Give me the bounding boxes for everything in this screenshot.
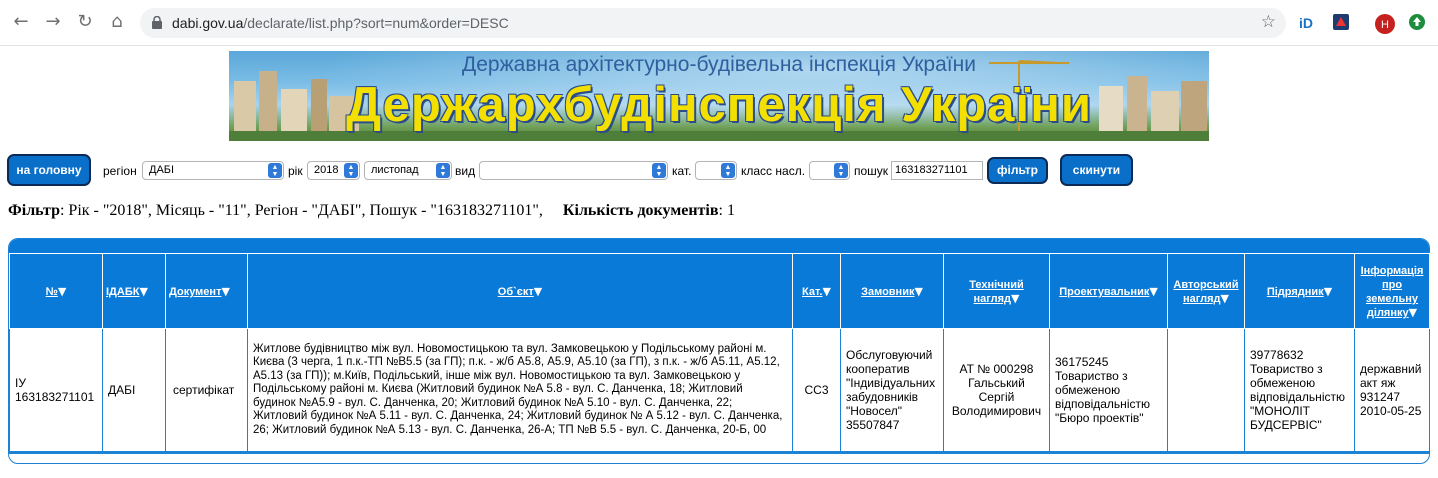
- category-label: кат.: [672, 164, 692, 178]
- search-input[interactable]: 163183271101: [891, 161, 983, 180]
- sort-desc-icon: ▼: [57, 285, 67, 298]
- filter-button[interactable]: фільтр: [987, 157, 1048, 184]
- column-header-land-info[interactable]: Інформація про земельну ділянку▼: [1354, 253, 1430, 329]
- column-header-contractor[interactable]: Підрядник▼: [1244, 253, 1355, 329]
- cell-designer: 36175245 Товариство з обмеженою відповід…: [1049, 328, 1168, 452]
- cell-author-supervision: [1167, 328, 1245, 452]
- cell-land-info: державний акт яж 931247 2010-05-25: [1354, 328, 1430, 452]
- documents-table: №▼ ІДАБК▼ Документ▼ Об`єкт▼ Кат.▼ Замовн…: [9, 253, 1430, 452]
- svg-text:H: H: [1381, 19, 1389, 31]
- forward-icon[interactable]: →: [42, 11, 64, 33]
- address-bar[interactable]: dabi.gov.ua/declarate/list.php?sort=num&…: [140, 8, 1286, 38]
- profile-avatar[interactable]: H: [1374, 13, 1396, 34]
- column-header-designer[interactable]: Проектувальник▼: [1049, 253, 1168, 329]
- back-icon[interactable]: ←: [10, 11, 32, 33]
- cell-customer: Обслуговуючий кооператив "Індивідуальних…: [840, 328, 944, 452]
- chevron-updown-icon: ▲ ▼: [436, 163, 450, 178]
- table-row: ІУ 163183271101 ДАБІ сертифікат Житлове …: [9, 328, 1430, 452]
- chevron-updown-icon: ▲ ▼: [268, 163, 282, 178]
- cell-document: сертифікат: [165, 328, 248, 452]
- region-label: регіон: [103, 164, 137, 178]
- column-header-author-supervision[interactable]: Авторський нагляд▼: [1167, 253, 1245, 329]
- reload-icon[interactable]: ↻: [74, 11, 96, 33]
- year-select[interactable]: 2018 ▲ ▼: [307, 161, 360, 180]
- chevron-updown-icon: ▲ ▼: [344, 163, 358, 178]
- column-header-num[interactable]: №▼: [9, 253, 103, 329]
- chevron-updown-icon: ▲ ▼: [652, 163, 666, 178]
- column-header-category[interactable]: Кат.▼: [792, 253, 841, 329]
- sort-desc-icon: ▼: [1149, 285, 1158, 298]
- reset-button[interactable]: скинути: [1060, 154, 1133, 186]
- sort-desc-icon: ▼: [914, 285, 923, 298]
- sort-desc-icon: ▼: [1011, 292, 1020, 305]
- cell-object: Житлове будівництво між вул. Новомостиць…: [247, 328, 793, 452]
- region-select[interactable]: ДАБІ ▲ ▼: [142, 161, 284, 180]
- banner-title: Держархбудінспекція України: [346, 78, 1092, 132]
- sort-desc-icon: ▼: [221, 285, 230, 298]
- cell-contractor: 39778632 Товариство з обмеженою відповід…: [1244, 328, 1355, 452]
- year-label: рік: [288, 164, 303, 178]
- extension-icon[interactable]: [1332, 13, 1350, 33]
- column-header-tech-supervision[interactable]: Технічний нагляд▼: [943, 253, 1050, 329]
- chevron-updown-icon: ▲ ▼: [721, 163, 735, 178]
- cell-tech-supervision: АТ № 000298 Гальський Сергій Володимиров…: [943, 328, 1050, 452]
- sort-desc-icon: ▼: [1220, 292, 1229, 305]
- class-select[interactable]: ▲ ▼: [809, 161, 850, 180]
- sort-desc-icon: ▼: [533, 285, 543, 298]
- column-header-idabk[interactable]: ІДАБК▼: [102, 253, 166, 329]
- sort-desc-icon: ▼: [822, 285, 831, 298]
- documents-table-frame: №▼ ІДАБК▼ Документ▼ Об`єкт▼ Кат.▼ Замовн…: [8, 238, 1430, 464]
- banner-subtitle: Державна архітектурно-будівельна інспекц…: [462, 53, 976, 76]
- column-header-customer[interactable]: Замовник▼: [840, 253, 944, 329]
- cell-idabk: ДАБІ: [102, 328, 166, 452]
- column-header-document[interactable]: Документ▼: [165, 253, 248, 329]
- type-label: вид: [455, 164, 476, 178]
- class-label: класс насл.: [741, 164, 806, 178]
- cell-num: ІУ 163183271101: [9, 328, 103, 452]
- update-icon[interactable]: [1408, 13, 1426, 33]
- table-header-row: №▼ ІДАБК▼ Документ▼ Об`єкт▼ Кат.▼ Замовн…: [9, 253, 1430, 329]
- site-banner: Державна архітектурно-будівельна інспекц…: [229, 51, 1209, 141]
- url-text: dabi.gov.ua/declarate/list.php?sort=num&…: [172, 15, 509, 31]
- chevron-updown-icon: ▲ ▼: [834, 163, 848, 178]
- category-select[interactable]: ▲ ▼: [695, 161, 737, 180]
- search-label: пошук: [854, 164, 889, 178]
- lock-icon: [152, 16, 162, 29]
- id-extension-icon[interactable]: iD: [1298, 13, 1318, 33]
- sort-desc-icon: ▼: [1408, 306, 1418, 319]
- svg-text:iD: iD: [1299, 15, 1313, 31]
- cell-category: СС3: [792, 328, 841, 452]
- type-select[interactable]: ▲ ▼: [479, 161, 668, 180]
- column-header-object[interactable]: Об`єкт▼: [247, 253, 793, 329]
- sort-desc-icon: ▼: [139, 285, 148, 298]
- sort-desc-icon: ▼: [1323, 285, 1333, 298]
- bookmark-star-icon[interactable]: ☆: [1261, 12, 1276, 32]
- home-button[interactable]: на головну: [7, 154, 91, 186]
- filter-summary: Фільтр: Рік - "2018", Місяць - "11", Рег…: [8, 202, 735, 219]
- browser-toolbar: ← → ↻ ⌂ dabi.gov.ua/declarate/list.php?s…: [0, 0, 1438, 46]
- month-select[interactable]: листопад ▲ ▼: [364, 161, 452, 180]
- home-icon[interactable]: ⌂: [106, 11, 128, 33]
